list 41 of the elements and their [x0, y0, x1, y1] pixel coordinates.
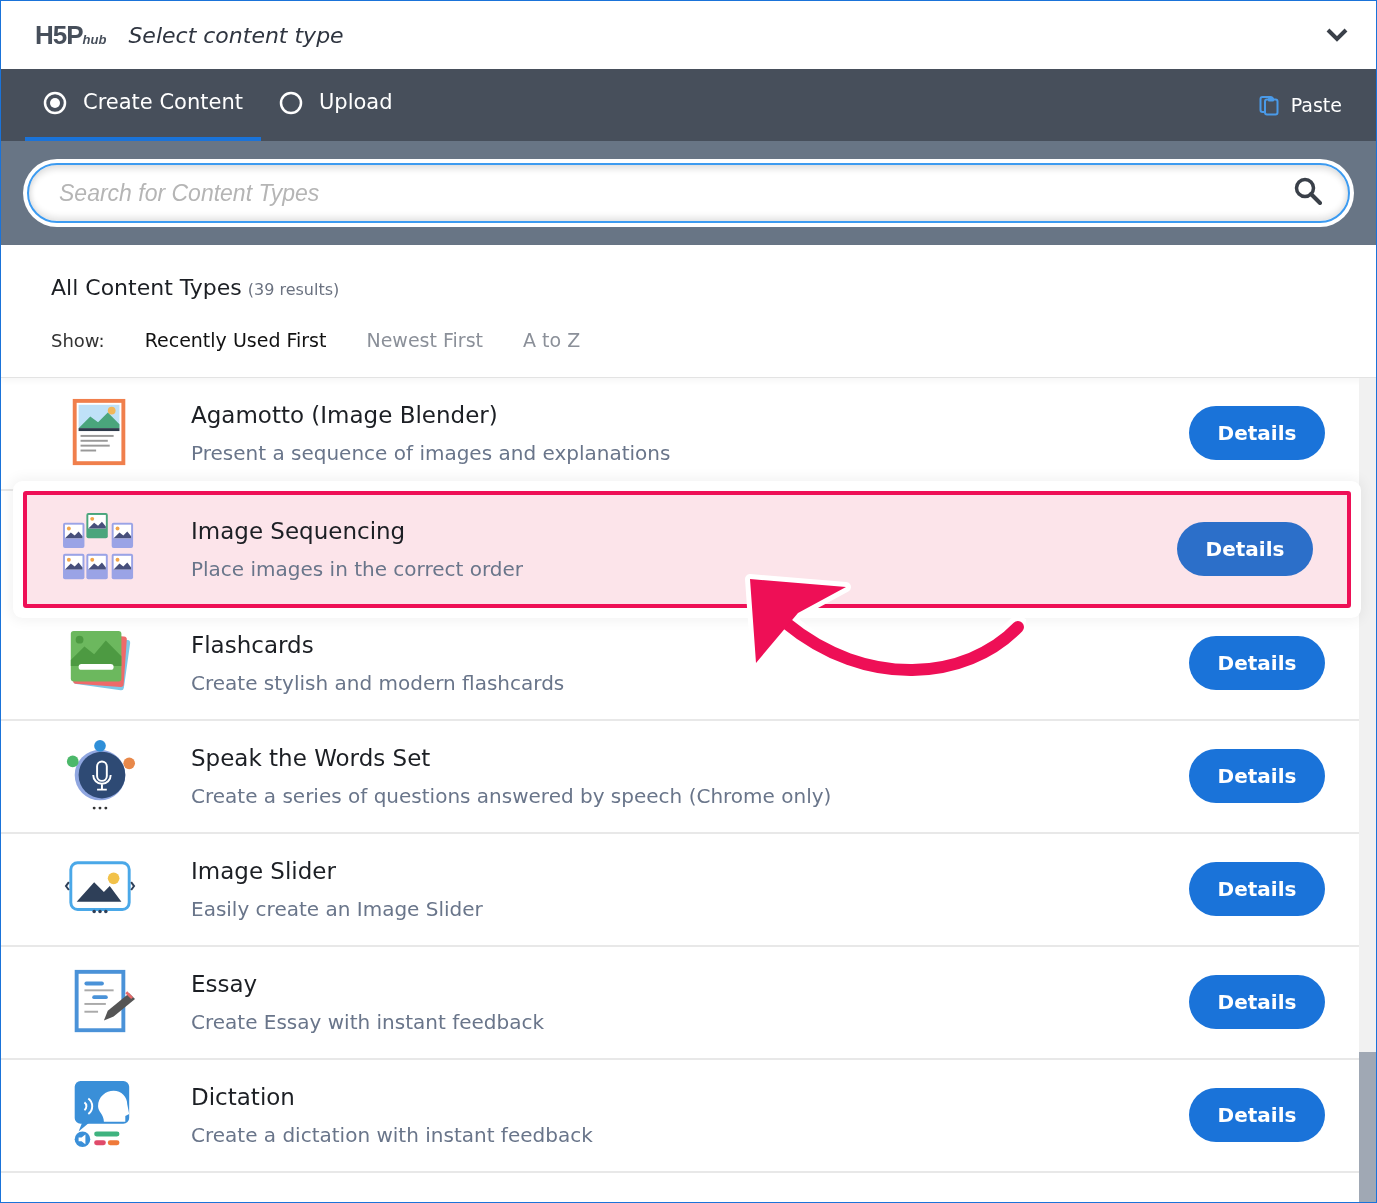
content-type-description: Present a sequence of images and explanations — [191, 440, 672, 468]
radio-icon — [279, 91, 303, 115]
tab[interactable]: Upload — [261, 69, 411, 141]
content-type-description: Create stylish and modern flashcards — [191, 670, 566, 698]
details-button[interactable]: Details — [1189, 636, 1325, 690]
details-button[interactable]: Details — [1189, 749, 1325, 803]
result-count: (39 results) — [247, 279, 340, 301]
paste-button[interactable]: Paste — [1252, 89, 1348, 121]
content-type-title: Essay — [191, 969, 259, 999]
scrollbar-thumb[interactable] — [1359, 1052, 1376, 1202]
content-type-description: Create a dictation with instant feedback — [191, 1122, 594, 1150]
content-type-description: Create Essay with instant feedback — [191, 1009, 546, 1037]
content-type-title: Dictation — [191, 1082, 296, 1112]
show-label: Show: — [51, 329, 105, 353]
content-type-description: Easily create an Image Slider — [191, 896, 484, 924]
section-title: All Content Types — [51, 274, 242, 302]
dialog-title: Select content type — [128, 21, 344, 50]
content-type-description: Create a series of questions answered by speech (Chrome only) — [191, 783, 833, 811]
search-icon[interactable] — [1294, 177, 1322, 205]
content-type-row[interactable]: Image Slider Easily create an Image Slider Details — [1, 833, 1359, 947]
details-button[interactable]: Details — [1189, 862, 1325, 916]
clipboard-icon — [1258, 94, 1279, 116]
radio-icon — [43, 91, 67, 115]
content-type-title: Flashcards — [191, 630, 315, 660]
content-type-title: Speak the Words Set — [191, 743, 432, 773]
content-type-row[interactable]: Essay Create Essay with instant feedback Details — [1, 946, 1359, 1060]
content-type-row[interactable]: Dictation Create a dictation with instant feedback Details — [1, 1059, 1359, 1173]
logo: H5Phub — [35, 18, 107, 52]
scrollbar[interactable] — [1359, 377, 1376, 1202]
content-type-title: Image Slider — [191, 856, 337, 886]
details-button[interactable]: Details — [1177, 522, 1313, 576]
search-field[interactable]: Search for Content Types — [27, 163, 1350, 223]
details-button[interactable]: Details — [1189, 406, 1325, 460]
content-type-row[interactable]: Speak the Words Set Create a series of questions answered by speech (Chrome only) Details — [1, 720, 1359, 834]
collapse-chevron-icon[interactable] — [1326, 28, 1348, 42]
content-type-title: Agamotto (Image Blender) — [191, 400, 499, 430]
sort-option[interactable]: Recently Used First — [144, 326, 327, 355]
content-type-title: Image Sequencing — [191, 516, 407, 546]
details-button[interactable]: Details — [1189, 975, 1325, 1029]
content-type-description: Place images in the correct order — [191, 556, 525, 584]
details-button[interactable]: Details — [1189, 1088, 1325, 1142]
